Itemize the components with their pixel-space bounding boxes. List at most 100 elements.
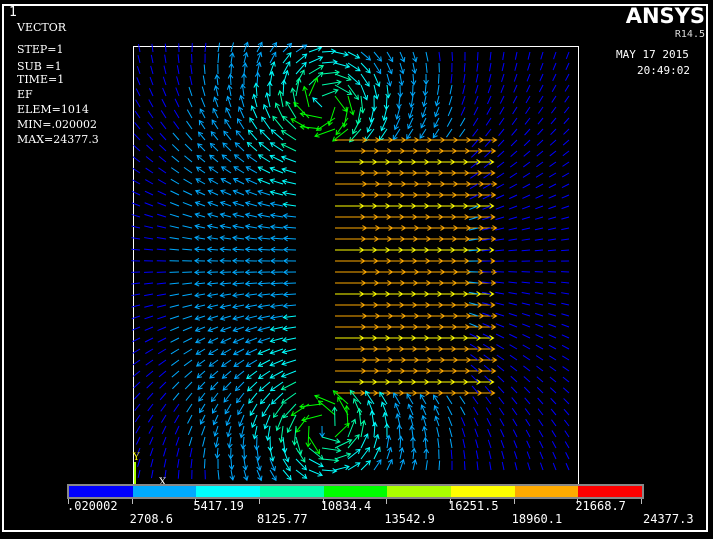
field-vector bbox=[534, 292, 544, 295]
field-vector bbox=[245, 177, 258, 185]
field-vector bbox=[131, 190, 141, 196]
field-vector bbox=[257, 370, 271, 379]
field-vector bbox=[220, 178, 232, 185]
field-vector bbox=[157, 337, 167, 343]
legend-tick bbox=[259, 499, 260, 504]
field-vector bbox=[195, 348, 206, 355]
field-vector bbox=[327, 106, 336, 127]
field-vector bbox=[194, 235, 206, 241]
field-vector bbox=[432, 128, 440, 139]
field-vector bbox=[222, 142, 232, 152]
field-vector bbox=[171, 155, 180, 163]
field-vector bbox=[187, 414, 193, 424]
field-vector bbox=[488, 450, 492, 460]
field-vector bbox=[170, 167, 180, 174]
field-vector bbox=[526, 84, 531, 93]
field-vector bbox=[563, 106, 570, 114]
field-vector bbox=[488, 73, 492, 83]
field-vector bbox=[188, 86, 193, 97]
field-vector bbox=[257, 154, 271, 163]
field-vector bbox=[308, 56, 324, 64]
field-vector bbox=[257, 166, 271, 174]
field-vector bbox=[220, 337, 232, 344]
field-vector bbox=[207, 178, 219, 185]
field-vector bbox=[219, 200, 232, 207]
field-vector bbox=[486, 418, 492, 427]
field-vector bbox=[257, 189, 271, 196]
field-vector bbox=[469, 205, 479, 210]
field-vector bbox=[187, 425, 193, 435]
field-vector bbox=[133, 381, 141, 389]
field-vector bbox=[233, 359, 245, 368]
field-vector bbox=[203, 458, 206, 469]
field-vector bbox=[561, 194, 570, 199]
field-vector bbox=[425, 460, 428, 471]
field-vector bbox=[463, 73, 466, 83]
field-vector bbox=[133, 144, 141, 152]
field-vector bbox=[219, 246, 232, 253]
field-vector bbox=[551, 440, 557, 449]
field-vector bbox=[257, 348, 271, 356]
field-vector bbox=[244, 269, 258, 276]
field-vector bbox=[460, 106, 466, 116]
field-vector bbox=[523, 386, 531, 394]
field-vector bbox=[144, 337, 154, 343]
field-vector bbox=[562, 161, 570, 167]
field-vector bbox=[256, 41, 263, 53]
field-vector bbox=[534, 302, 544, 306]
field-vector bbox=[233, 166, 245, 174]
field-vector bbox=[221, 370, 232, 379]
field-vector bbox=[497, 386, 505, 394]
field-vector bbox=[535, 183, 544, 189]
field-vector bbox=[485, 407, 492, 416]
field-vector bbox=[133, 392, 141, 400]
field-vector bbox=[483, 354, 492, 361]
field-vector bbox=[386, 73, 393, 87]
field-vector bbox=[450, 73, 453, 84]
field-vector bbox=[360, 62, 371, 74]
field-vector bbox=[135, 436, 141, 445]
field-vector bbox=[393, 392, 401, 405]
field-vector bbox=[513, 84, 518, 93]
field-vector bbox=[561, 183, 570, 188]
field-vector bbox=[201, 86, 206, 97]
field-vector bbox=[534, 216, 544, 220]
field-vector bbox=[508, 227, 518, 231]
field-vector bbox=[549, 376, 557, 383]
field-vector bbox=[182, 293, 193, 297]
field-vector bbox=[536, 139, 544, 146]
field-vector bbox=[485, 117, 492, 126]
field-vector bbox=[347, 462, 361, 471]
field-vector bbox=[474, 95, 479, 105]
field-vector bbox=[565, 462, 570, 471]
field-vector bbox=[535, 172, 544, 178]
field-vector bbox=[496, 344, 505, 350]
field-vector bbox=[562, 387, 570, 394]
field-vector bbox=[564, 84, 570, 92]
field-vector bbox=[360, 84, 369, 101]
field-vector bbox=[232, 303, 245, 310]
field-vector bbox=[211, 403, 219, 414]
field-vector bbox=[373, 459, 382, 471]
field-vector bbox=[548, 334, 557, 339]
field-vector bbox=[232, 189, 245, 196]
field-vector bbox=[269, 469, 277, 482]
field-vector bbox=[280, 130, 297, 141]
field-vector bbox=[219, 292, 232, 298]
field-vector bbox=[496, 354, 505, 361]
field-vector bbox=[496, 183, 505, 189]
field-vector bbox=[509, 194, 518, 200]
field-vector bbox=[257, 269, 271, 276]
field-vector bbox=[170, 326, 180, 332]
field-vector bbox=[133, 133, 141, 141]
field-vector bbox=[334, 95, 348, 113]
field-vector bbox=[207, 200, 219, 207]
field-vector bbox=[149, 76, 154, 86]
field-vector bbox=[138, 44, 141, 53]
field-vector bbox=[207, 315, 219, 321]
field-vector bbox=[223, 392, 232, 403]
color-legend bbox=[67, 484, 644, 499]
field-vector bbox=[535, 205, 544, 210]
field-vector bbox=[131, 225, 141, 229]
field-vector bbox=[269, 201, 284, 207]
